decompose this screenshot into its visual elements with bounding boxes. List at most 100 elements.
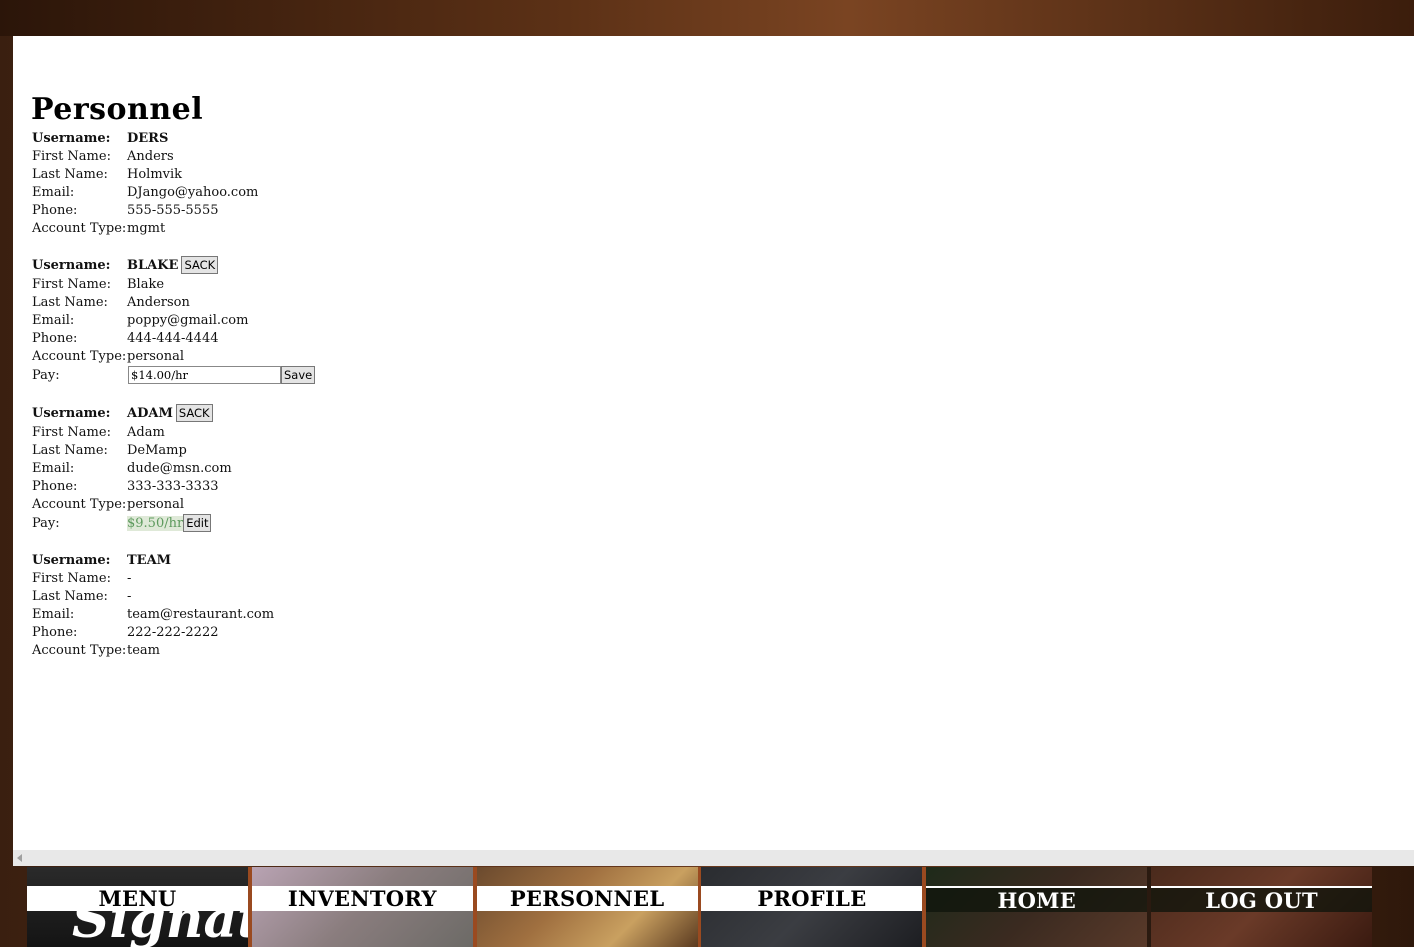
phone-label: Phone: (32, 330, 78, 346)
first-name-row: First Name: - (31, 569, 315, 587)
username-value: DERS (127, 130, 169, 146)
horizontal-scrollbar[interactable] (13, 850, 1414, 866)
first-name-label: First Name: (32, 148, 111, 164)
sack-button[interactable]: SACK (175, 404, 213, 422)
last-name-row: Last Name: Holmvik (31, 165, 315, 183)
account-type-row: Account Type: team (31, 641, 315, 659)
nav-logout[interactable]: LOG OUT (1151, 867, 1372, 947)
personnel-list: Username: DERS First Name: Anders Last N… (31, 129, 316, 677)
last-name-value: - (127, 588, 132, 604)
nav-inventory-bar: INVENTORY (251, 886, 473, 911)
nav-home-bar: HOME (926, 886, 1148, 913)
phone-value: 444-444-4444 (127, 330, 219, 346)
nav-personnel-label: PERSONNEL (509, 886, 665, 911)
email-label: Email: (32, 312, 75, 328)
account-type-row: Account Type: personal (31, 495, 315, 513)
account-type-label: Account Type: (32, 220, 127, 236)
nav-logout-bar: LOG OUT (1151, 886, 1372, 913)
email-label: Email: (32, 184, 75, 200)
email-row: Email: dude@msn.com (31, 459, 315, 477)
edit-button[interactable]: Edit (183, 514, 212, 532)
pay-label: Pay: (32, 515, 60, 531)
account-type-value: personal (127, 496, 185, 512)
nav-personnel-bar: PERSONNEL (476, 886, 698, 911)
personnel-entry: Username: TEAM First Name: - Last Name: … (31, 551, 315, 659)
last-name-label: Last Name: (32, 294, 108, 310)
last-name-value: Holmvik (127, 166, 183, 182)
last-name-label: Last Name: (32, 588, 108, 604)
phone-value: 555-555-5555 (127, 202, 219, 218)
username-row: Username: BLAKE SACK (31, 255, 315, 275)
first-name-row: First Name: Adam (31, 423, 315, 441)
sack-button[interactable]: SACK (181, 256, 219, 274)
username-value: BLAKE (127, 257, 179, 273)
first-name-value: Anders (127, 148, 174, 164)
pay-input[interactable] (128, 366, 281, 384)
email-label: Email: (32, 606, 75, 622)
pay-label: Pay: (32, 367, 60, 383)
nav-menu-label: MENU (98, 886, 177, 911)
email-value: dude@msn.com (127, 460, 232, 476)
last-name-label: Last Name: (32, 442, 108, 458)
nav-home[interactable]: HOME (926, 867, 1148, 947)
first-name-row: First Name: Anders (31, 147, 315, 165)
pay-row: Pay: Save (31, 365, 316, 385)
account-type-label: Account Type: (32, 642, 127, 658)
first-name-label: First Name: (32, 424, 111, 440)
first-name-value: - (127, 570, 132, 586)
nav-personnel[interactable]: PERSONNEL (476, 867, 698, 947)
nav-menu-bar: MENU (27, 886, 248, 911)
phone-value: 333-333-3333 (127, 478, 219, 494)
email-row: Email: team@restaurant.com (31, 605, 315, 623)
username-row: Username: TEAM (31, 551, 315, 569)
username-label: Username: (32, 130, 111, 146)
username-value: TEAM (127, 552, 172, 568)
page-title: Personnel (31, 92, 204, 127)
first-name-value: Adam (127, 424, 165, 440)
account-type-value: team (127, 642, 160, 658)
username-row: Username: ADAM SACK (31, 403, 315, 423)
username-label: Username: (32, 552, 111, 568)
save-button[interactable]: Save (281, 366, 316, 384)
scroll-left-arrow-icon[interactable] (17, 854, 22, 862)
header-background (0, 0, 1414, 36)
nav-menu[interactable]: Signatu MENU (27, 867, 248, 947)
phone-label: Phone: (32, 202, 78, 218)
account-type-label: Account Type: (32, 496, 127, 512)
pay-row: Pay: $9.50/hr Edit (31, 513, 315, 533)
username-label: Username: (32, 257, 111, 273)
account-type-value: mgmt (127, 220, 166, 236)
email-row: Email: poppy@gmail.com (31, 311, 315, 329)
last-name-row: Last Name: - (31, 587, 315, 605)
email-row: Email: DJango@yahoo.com (31, 183, 315, 201)
phone-row: Phone: 222-222-2222 (31, 623, 315, 641)
first-name-label: First Name: (32, 570, 111, 586)
nav-inventory-label: INVENTORY (287, 886, 437, 911)
nav-inventory[interactable]: INVENTORY (251, 867, 473, 947)
last-name-label: Last Name: (32, 166, 108, 182)
phone-label: Phone: (32, 624, 78, 640)
first-name-value: Blake (127, 276, 165, 292)
personnel-entry: Username: DERS First Name: Anders Last N… (31, 129, 315, 237)
nav-profile-label: PROFILE (757, 886, 867, 911)
pay-value: $9.50/hr (127, 515, 184, 531)
username-value: ADAM (127, 405, 173, 421)
nav-profile-bar: PROFILE (701, 886, 923, 911)
last-name-value: DeMamp (127, 442, 187, 458)
last-name-value: Anderson (127, 294, 190, 310)
last-name-row: Last Name: Anderson (31, 293, 315, 311)
nav-logout-label: LOG OUT (1205, 887, 1318, 913)
account-type-value: personal (127, 348, 185, 364)
email-value: poppy@gmail.com (127, 312, 249, 328)
email-label: Email: (32, 460, 75, 476)
nav-profile[interactable]: PROFILE (701, 867, 923, 947)
phone-row: Phone: 333-333-3333 (31, 477, 315, 495)
phone-row: Phone: 444-444-4444 (31, 329, 315, 347)
first-name-row: First Name: Blake (31, 275, 315, 293)
username-row: Username: DERS (31, 129, 315, 147)
username-label: Username: (32, 405, 111, 421)
phone-row: Phone: 555-555-5555 (31, 201, 315, 219)
account-type-label: Account Type: (32, 348, 127, 364)
last-name-row: Last Name: DeMamp (31, 441, 315, 459)
bottom-nav: Signatu MENU INVENTORY PERSONNEL PROFILE… (27, 867, 1372, 947)
